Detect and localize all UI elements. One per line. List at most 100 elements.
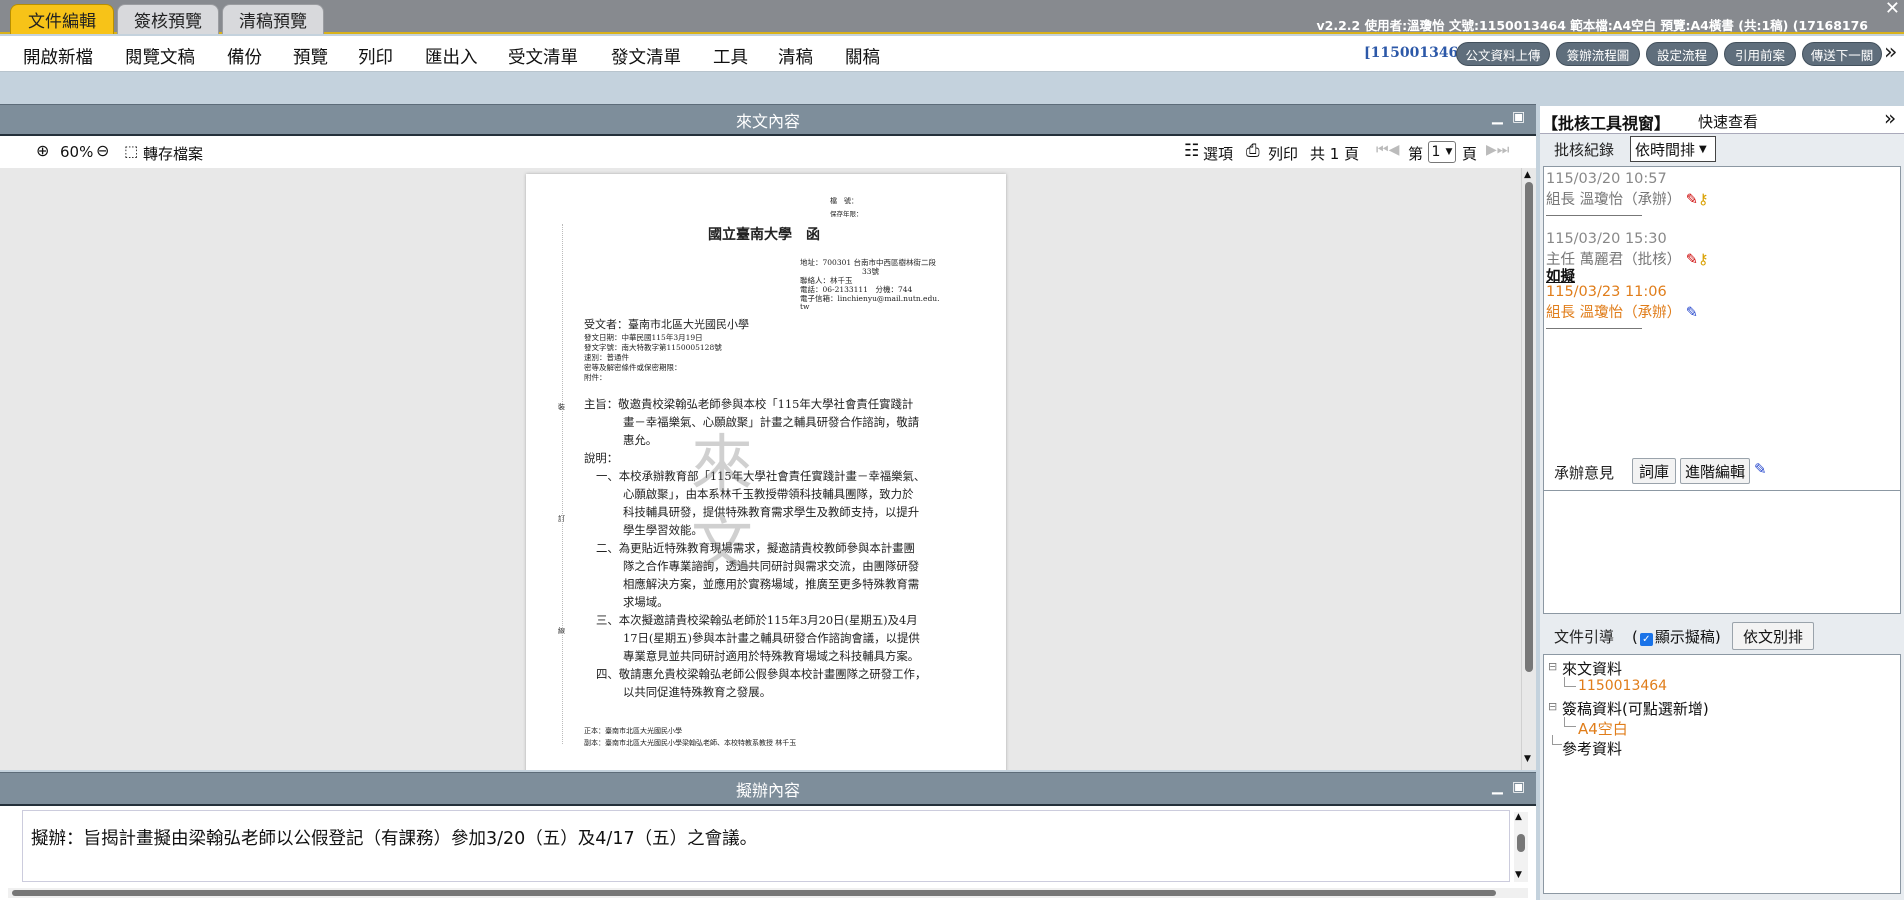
- quick-view-link[interactable]: 快速查看: [1698, 111, 1758, 132]
- page-select-value: 1: [1431, 144, 1441, 160]
- tree-collapse-icon[interactable]: ⊟: [1548, 660, 1557, 673]
- menu-clean-draft[interactable]: 清稿: [778, 44, 813, 69]
- upload-document-button[interactable]: 公文資料上傳: [1456, 42, 1550, 66]
- menu-close-draft[interactable]: 關稿: [845, 44, 880, 69]
- tree-incoming[interactable]: 來文資料: [1562, 658, 1622, 679]
- approval-records-label: 批核紀錄: [1554, 141, 1615, 159]
- scroll-thumb[interactable]: [1525, 182, 1533, 672]
- lexicon-button[interactable]: 詞庫: [1632, 458, 1676, 484]
- pen-icon[interactable]: ✎: [1754, 460, 1767, 478]
- total-pages: 共 1 頁: [1310, 145, 1360, 163]
- close-icon[interactable]: ✕: [1885, 0, 1900, 19]
- pen-icon[interactable]: ✎: [1686, 252, 1698, 268]
- record-person: 組長 溫瓊怡（承辦） ✎⚷: [1546, 188, 1709, 209]
- sort-by-type-button[interactable]: 依文別排: [1732, 622, 1814, 650]
- binding-line: [562, 224, 563, 744]
- record-time: 115/03/20 10:57: [1546, 171, 1667, 187]
- tab-signoff-preview[interactable]: 簽核預覽: [117, 4, 219, 34]
- scroll-down-icon[interactable]: ▼: [1524, 754, 1531, 764]
- record-person-name: 組長 溫瓊怡（承辦）: [1546, 192, 1682, 208]
- last-page-icon[interactable]: ▶⏭: [1486, 142, 1509, 158]
- cite-previous-button[interactable]: 引用前案: [1724, 42, 1796, 66]
- desc-line: 專業意見並共同研討適用於特殊教育場域之科技輔具方案。: [623, 649, 920, 663]
- top-tab-bar: 文件編輯 簽核預覽 清稿預覽 v2.2.2 使用者:溫瓊怡 文號:1150013…: [0, 0, 1904, 34]
- send-next-button[interactable]: 傳送下一關: [1802, 42, 1882, 66]
- record-divider: [1546, 328, 1642, 329]
- document-toolbar: ⊕ 60% ⊖ ⬚ 轉存檔案 ☷ 選項 ⎙ 列印 共 1 頁 ⏮◀ 第 1 ▼ 頁…: [0, 136, 1536, 168]
- options-icon[interactable]: ☷: [1184, 141, 1199, 161]
- document-guide-label: 文件引導: [1554, 628, 1615, 646]
- opinion-textarea[interactable]: [1543, 490, 1901, 614]
- scroll-up-icon[interactable]: ▲: [1515, 812, 1522, 822]
- tree-connector: [1552, 735, 1562, 745]
- doc-attachment: 附件：: [584, 373, 607, 382]
- key-icon: ⚷: [1697, 252, 1709, 268]
- zoom-out-icon[interactable]: ⊖: [96, 141, 109, 160]
- scroll-down-icon[interactable]: ▼: [1515, 870, 1522, 880]
- first-page-icon[interactable]: ⏮◀: [1376, 142, 1399, 158]
- h-scroll-thumb[interactable]: [12, 890, 1496, 896]
- tab-clean-preview[interactable]: 清稿預覽: [222, 4, 324, 34]
- show-draft-toggle[interactable]: (✓ 顯示擬稿): [1632, 626, 1721, 647]
- tree-incoming-item[interactable]: 1150013464: [1578, 678, 1667, 694]
- advanced-edit-button[interactable]: 進階編輯: [1680, 458, 1750, 484]
- menu-preview[interactable]: 預覽: [293, 44, 328, 69]
- scroll-thumb[interactable]: [1517, 834, 1525, 852]
- menu-tools[interactable]: 工具: [713, 44, 748, 69]
- pen-icon[interactable]: ✎: [1686, 192, 1698, 208]
- file-no: 檔 號：: [830, 197, 858, 205]
- desc-line: 以共同促進特殊教育之發展。: [623, 685, 772, 699]
- checkbox-checked-icon[interactable]: ✓: [1639, 633, 1653, 646]
- pen-icon[interactable]: ✎: [1686, 305, 1698, 321]
- tree-collapse-icon[interactable]: ⊟: [1548, 700, 1557, 713]
- document-viewer[interactable]: 檔 號： 保存年限： 國立臺南大學 函 地址：700301 台南市中西區樹林街二…: [0, 168, 1536, 770]
- tree-reference[interactable]: 參考資料: [1562, 738, 1622, 759]
- collapse-panel-icon[interactable]: »: [1884, 106, 1896, 130]
- menu-print[interactable]: 列印: [358, 44, 393, 69]
- tree-draft-item[interactable]: A4空白: [1578, 718, 1628, 739]
- menu-read-draft[interactable]: 閱覽文稿: [125, 44, 195, 69]
- horizontal-scrollbar[interactable]: [8, 888, 1528, 898]
- copy-recipient: 副本：臺南市北區大光國民小學梁翰弘老師、本校特教系教授 林千玉: [584, 739, 797, 747]
- scroll-up-icon[interactable]: ▲: [1524, 170, 1531, 180]
- retention: 保存年限：: [830, 210, 863, 218]
- print-icon[interactable]: ⎙: [1246, 141, 1260, 161]
- draft-editor[interactable]: 擬辦：旨揭計畫擬由梁翰弘老師以公假登記（有課務）參加3/20（五）及4/17（五…: [22, 810, 1510, 882]
- set-flow-button[interactable]: 設定流程: [1646, 42, 1718, 66]
- doc-title: 國立臺南大學 函: [708, 227, 820, 243]
- zoom-in-icon[interactable]: ⊕: [36, 141, 49, 160]
- incoming-panel-title: 來文內容: [735, 111, 800, 131]
- menu-new-file[interactable]: 開啟新檔: [23, 44, 93, 69]
- maximize-icon[interactable]: ▣: [1512, 779, 1525, 795]
- menu-received-list[interactable]: 受文清單: [508, 44, 578, 69]
- menu-bar: 開啟新檔 閱覽文稿 備份 預覽 列印 匯出入 受文清單 發文清單 工具 清稿 關…: [0, 36, 1904, 72]
- print-button[interactable]: 列印: [1268, 143, 1298, 164]
- show-draft-label: 顯示擬稿): [1654, 628, 1721, 646]
- save-file-button[interactable]: 轉存檔案: [143, 143, 203, 164]
- page-select[interactable]: 1 ▼: [1428, 141, 1456, 163]
- expand-right-icon[interactable]: »: [1884, 40, 1897, 65]
- viewer-scrollbar[interactable]: ▲ ▼: [1521, 168, 1536, 770]
- tree-connector: [1564, 717, 1576, 727]
- desc-heading: 說明：: [584, 451, 619, 465]
- options-button[interactable]: 選項: [1203, 143, 1233, 164]
- minimize-icon[interactable]: ▁: [1492, 779, 1503, 795]
- approval-panel-header: 【批核工具視窗】 快速查看 »: [1540, 106, 1904, 134]
- key-icon: ⚷: [1697, 192, 1709, 208]
- doc-email2: tw: [800, 302, 810, 311]
- maximize-icon[interactable]: ▣: [1512, 109, 1525, 125]
- subject-line: 惠允。: [623, 433, 658, 447]
- draft-panel-header: 擬辦內容 ▁ ▣: [0, 772, 1536, 806]
- doc-address2: 33號: [862, 267, 880, 276]
- sort-select[interactable]: 依時間排 ▼: [1630, 136, 1716, 162]
- flowchart-button[interactable]: 簽辦流程圖: [1556, 42, 1640, 66]
- record-divider: [1546, 215, 1642, 216]
- draft-text-area[interactable]: 擬辦：旨揭計畫擬由梁翰弘老師以公假登記（有課務）參加3/20（五）及4/17（五…: [0, 806, 1536, 900]
- minimize-icon[interactable]: ▁: [1492, 109, 1503, 125]
- draft-scrollbar[interactable]: ▲ ▼: [1514, 812, 1528, 882]
- tree-draft[interactable]: 簽稿資料(可點選新增): [1562, 698, 1709, 719]
- menu-sent-list[interactable]: 發文清單: [611, 44, 681, 69]
- tab-document-edit[interactable]: 文件編輯: [10, 4, 114, 34]
- menu-backup[interactable]: 備份: [227, 44, 262, 69]
- menu-import-export[interactable]: 匯出入: [425, 44, 478, 69]
